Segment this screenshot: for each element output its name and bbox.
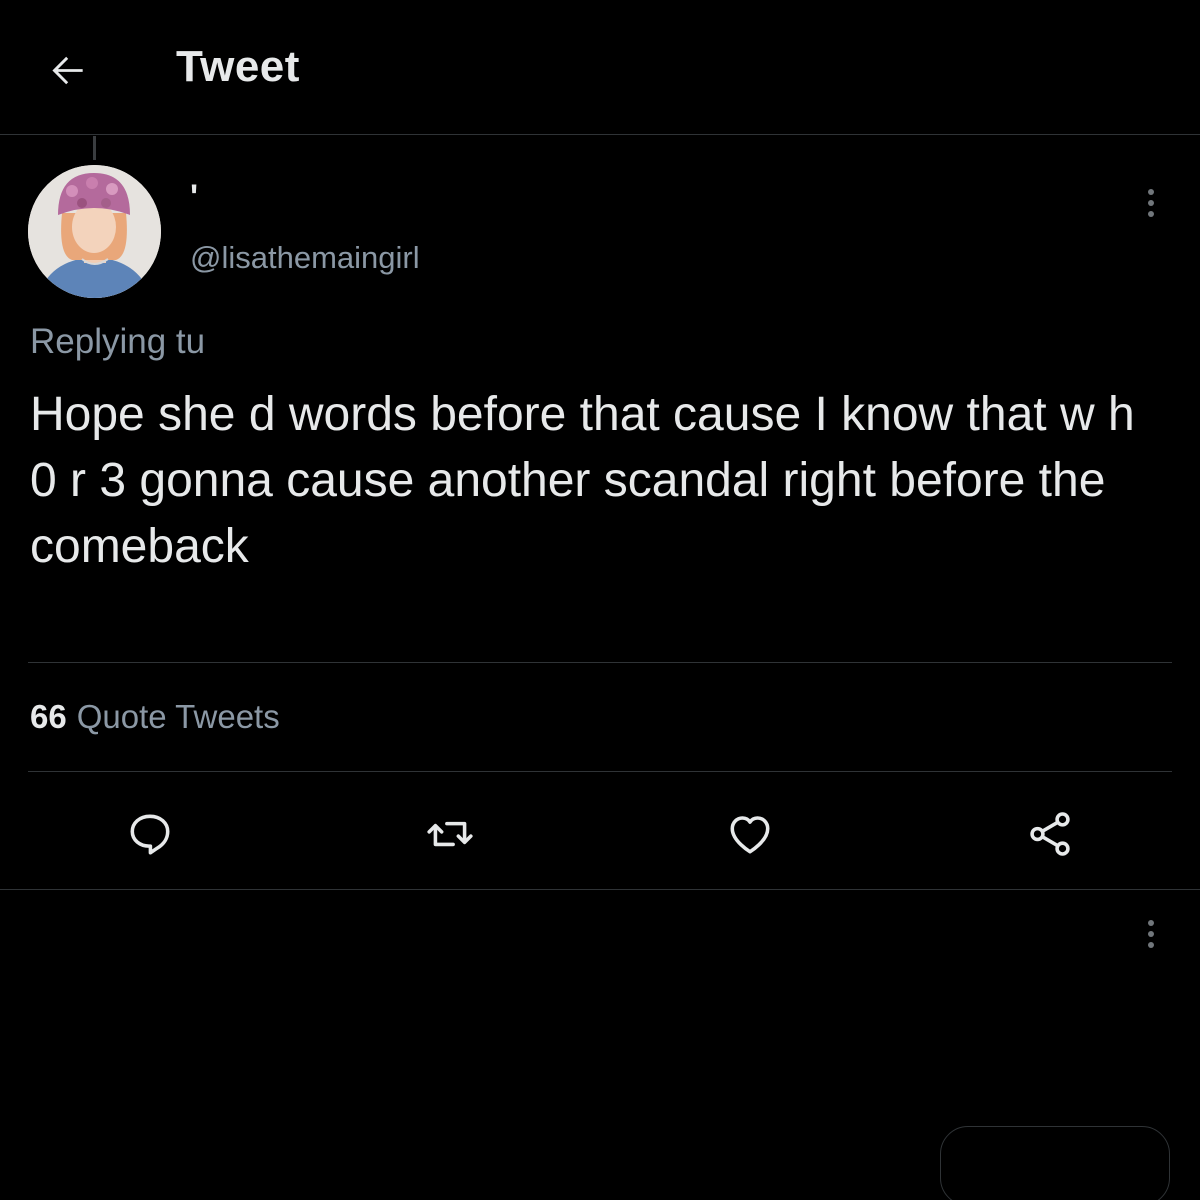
share-icon xyxy=(1030,812,1070,856)
avatar-photo xyxy=(28,165,161,298)
reply-button[interactable] xyxy=(122,806,178,862)
share-button[interactable] xyxy=(1022,806,1078,862)
replying-to-label[interactable]: Replying tu xyxy=(30,322,205,362)
page-title: Tweet xyxy=(176,42,300,91)
reply-bubble-icon xyxy=(130,814,170,855)
thread-connector-line xyxy=(93,136,96,160)
author-handle[interactable]: @lisathemaingirl xyxy=(190,240,420,276)
more-dot xyxy=(1148,189,1154,195)
retweet-button[interactable] xyxy=(422,806,478,862)
partial-card xyxy=(940,1126,1170,1200)
tweet-detail-page: Tweet ' @lisathemaingirl Replying tu Hop… xyxy=(0,0,1200,1200)
tweet-bottom-border xyxy=(0,889,1200,890)
more-options-button[interactable] xyxy=(1141,183,1161,223)
back-button[interactable] xyxy=(40,42,96,98)
quote-tweets-stat[interactable]: 66 Quote Tweets xyxy=(30,698,280,736)
heart-icon xyxy=(730,816,770,854)
top-app-bar: Tweet xyxy=(0,0,1200,135)
more-dot xyxy=(1148,931,1154,937)
avatar[interactable] xyxy=(28,165,161,298)
divider xyxy=(28,771,1172,772)
more-dot xyxy=(1148,942,1154,948)
more-dot xyxy=(1148,200,1154,206)
like-button[interactable] xyxy=(722,806,778,862)
quote-label: Quote Tweets xyxy=(76,698,280,735)
more-dot xyxy=(1148,920,1154,926)
quote-count: 66 xyxy=(30,698,67,735)
retweet-icon xyxy=(427,821,473,847)
author-display-name[interactable]: ' xyxy=(190,178,198,217)
next-more-options-button[interactable] xyxy=(1141,914,1161,954)
arrow-left-icon xyxy=(52,56,83,85)
tweet-text: Hope she d words before that cause I kno… xyxy=(30,388,1135,573)
divider xyxy=(28,662,1172,663)
more-dot xyxy=(1148,211,1154,217)
